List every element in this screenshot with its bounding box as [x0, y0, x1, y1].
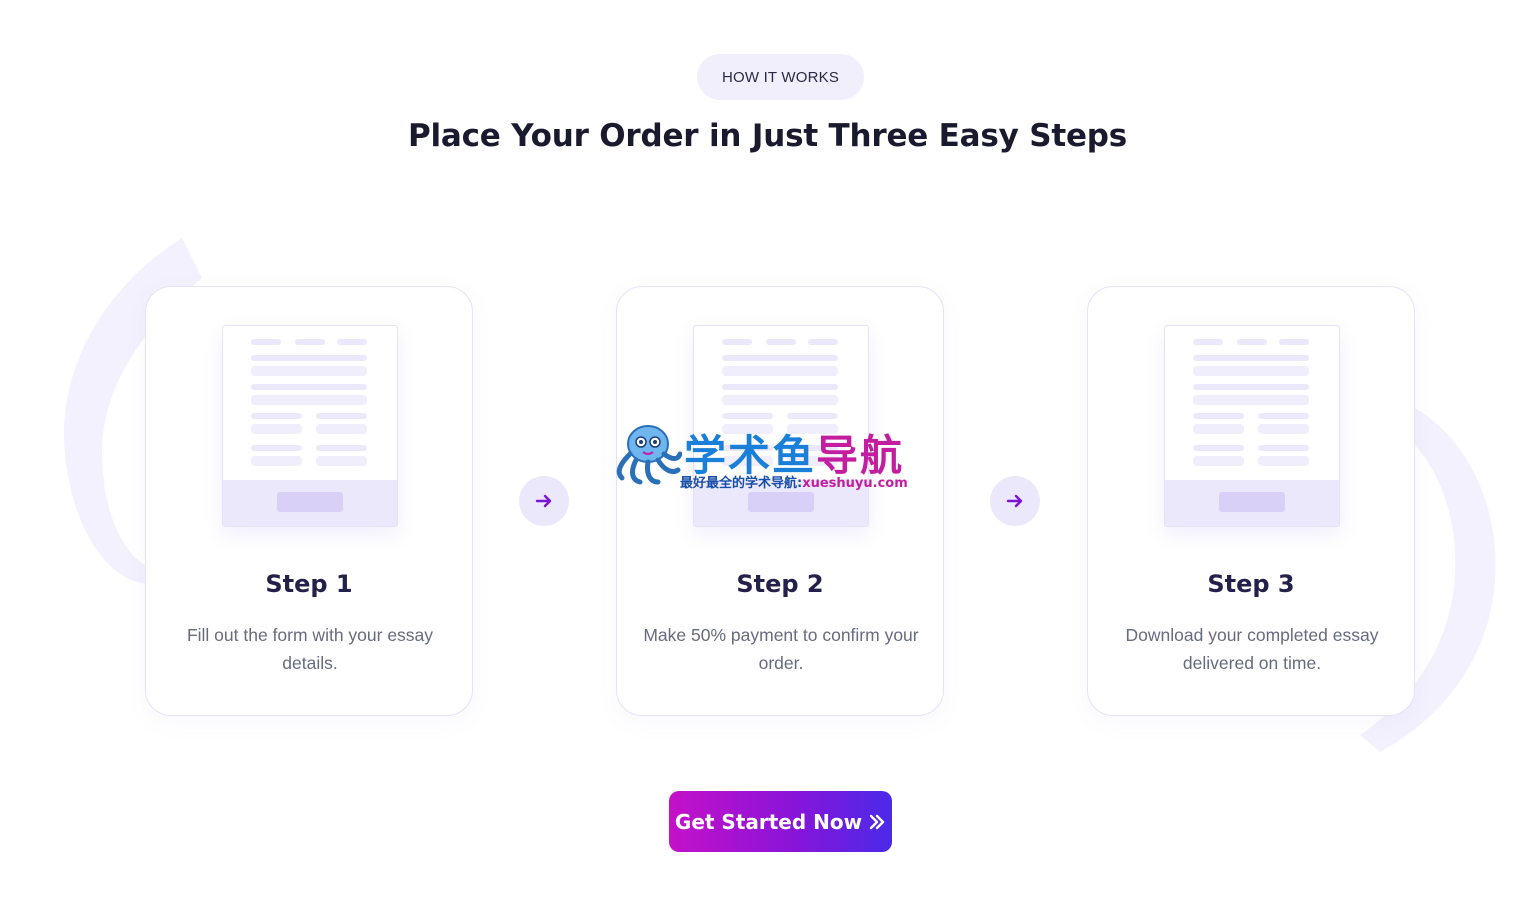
section-title: Place Your Order in Just Three Easy Step… [407, 118, 1128, 154]
octopus-logo-icon [616, 425, 682, 485]
step-card-3: Step 3 Download your completed essay del… [1087, 286, 1415, 716]
arrow-right-icon [990, 476, 1040, 526]
step-description: Make 50% payment to confirm your order. [643, 625, 919, 673]
step-title: Step 1 [265, 570, 353, 598]
step-card-2: Step 2 Make 50% payment to confirm your … [616, 286, 944, 716]
step-description: Download your completed essay delivered … [1125, 625, 1379, 673]
step-title: Step 2 [736, 570, 824, 598]
watermark: 学术鱼导航 最好最全的学术导航:xueshuyu.com [612, 420, 924, 492]
watermark-subtitle: 最好最全的学术导航: [680, 476, 803, 491]
section-badge: HOW IT WORKS [697, 54, 864, 100]
get-started-label: Get Started Now [674, 809, 863, 834]
arrow-right-icon [519, 476, 569, 526]
step-title: Step 3 [1207, 570, 1295, 598]
form-document-icon [1164, 325, 1340, 527]
step-card-1: Step 1 Fill out the form with your essay… [145, 286, 473, 716]
step-description: Fill out the form with your essay detail… [186, 625, 434, 673]
double-chevron-right-icon [869, 814, 885, 829]
get-started-button[interactable]: Get Started Now [669, 791, 892, 852]
watermark-url: xueshuyu.com [802, 476, 908, 491]
form-document-icon [222, 325, 398, 527]
